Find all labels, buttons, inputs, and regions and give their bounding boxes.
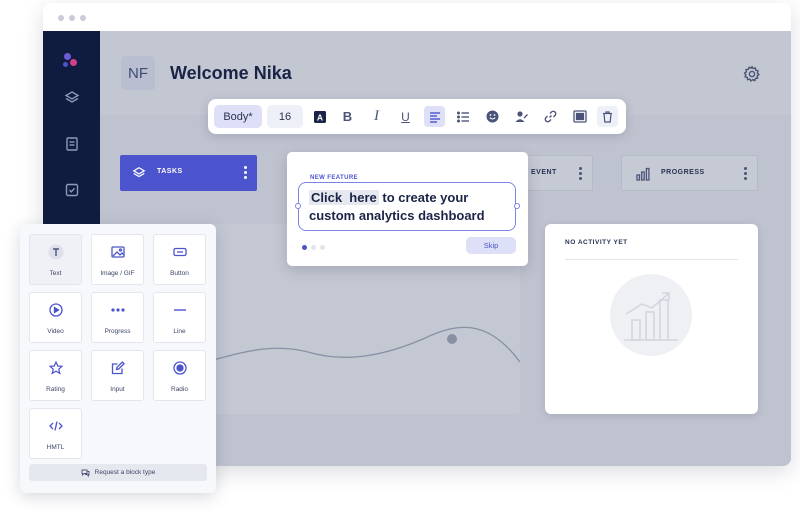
block-text[interactable]: Text (29, 234, 82, 285)
block-line[interactable]: Line (153, 292, 206, 343)
document-icon[interactable] (64, 136, 80, 152)
progress-card[interactable]: PROGRESS (621, 155, 758, 191)
list-icon[interactable] (453, 106, 474, 127)
formatting-toolbar: Body* 16 A B I U (208, 99, 626, 134)
app-logo[interactable] (63, 53, 79, 69)
new-feature-popover: NEW FEATURE Click here to create your cu… (287, 152, 528, 266)
edit-icon (110, 360, 126, 376)
feature-text[interactable]: Click here to create your custom analyti… (309, 189, 509, 225)
line-icon (172, 302, 188, 318)
block-label: Text (49, 270, 62, 277)
block-label: Rating (46, 386, 65, 393)
request-block-button[interactable]: Request a block type (29, 464, 207, 481)
layers-icon[interactable] (64, 90, 80, 106)
button-icon (172, 244, 188, 260)
block-html[interactable]: HMTL (29, 408, 82, 459)
bold-icon[interactable]: B (337, 106, 358, 127)
more-icon[interactable] (744, 167, 747, 180)
resize-handle[interactable] (513, 202, 520, 209)
checkbox-icon[interactable] (64, 182, 80, 198)
block-label: Video (47, 328, 64, 335)
empty-chart-icon (610, 274, 692, 356)
block-rating[interactable]: Rating (29, 350, 82, 401)
tasks-card[interactable]: TASKS (120, 155, 257, 191)
block-image[interactable]: Image / GIF (91, 234, 144, 285)
activity-card: NO ACTIVITY YET (545, 224, 758, 414)
text-icon (48, 244, 64, 260)
block-label: Button (170, 270, 189, 277)
italic-icon[interactable]: I (366, 106, 387, 127)
link-icon[interactable] (540, 106, 561, 127)
block-label: Image / GIF (100, 270, 135, 277)
text-style-select[interactable]: Body* (214, 105, 262, 128)
block-palette: Text Image / GIF Button Video Progress L… (20, 224, 216, 493)
step-dot[interactable] (320, 245, 325, 250)
title-bar (43, 3, 791, 31)
tasks-card-label: TASKS (157, 168, 183, 175)
block-label: Line (173, 328, 186, 335)
window-dot[interactable] (58, 15, 64, 21)
play-icon (48, 302, 64, 318)
event-card-label: EVENT (531, 169, 557, 176)
highlighted-text: Click here (309, 190, 379, 205)
font-size-select[interactable]: 16 (267, 105, 303, 128)
dots-icon (110, 302, 126, 318)
block-label: Progress (104, 328, 131, 335)
star-icon (48, 360, 64, 376)
block-input[interactable]: Input (91, 350, 144, 401)
text-color-icon[interactable]: A (309, 106, 330, 127)
resize-handle[interactable] (294, 202, 301, 209)
progress-card-label: PROGRESS (661, 169, 705, 176)
step-dot-active[interactable] (302, 245, 307, 250)
underline-icon[interactable]: U (395, 106, 416, 127)
avatar[interactable]: NF (121, 56, 155, 90)
align-left-icon[interactable] (424, 106, 445, 127)
stage: NF Welcome Nika TASKS EVENT PROGRESS NO … (0, 0, 800, 512)
more-icon[interactable] (244, 166, 247, 179)
request-label: Request a block type (94, 469, 156, 476)
image-icon (110, 244, 126, 260)
block-button[interactable]: Button (153, 234, 206, 285)
layers-icon (132, 166, 146, 180)
skip-button[interactable]: Skip (466, 237, 516, 254)
svg-text:A: A (316, 112, 322, 122)
block-label: Radio (171, 386, 188, 393)
bar-chart-icon (636, 167, 650, 181)
window-dot[interactable] (69, 15, 75, 21)
radio-icon (172, 360, 188, 376)
activity-title: NO ACTIVITY YET (565, 239, 628, 246)
graph-point[interactable] (447, 334, 457, 344)
gear-icon[interactable] (743, 65, 761, 83)
trash-icon[interactable] (597, 106, 618, 127)
chat-icon (81, 469, 90, 477)
code-icon (48, 418, 64, 434)
emoji-icon[interactable] (482, 106, 503, 127)
step-dot[interactable] (311, 245, 316, 250)
window-dot[interactable] (80, 15, 86, 21)
block-radio[interactable]: Radio (153, 350, 206, 401)
page-title: Welcome Nika (170, 63, 292, 83)
feature-tag: NEW FEATURE (310, 175, 358, 181)
frame-icon[interactable] (569, 106, 590, 127)
person-icon[interactable] (511, 106, 532, 127)
block-progress[interactable]: Progress (91, 292, 144, 343)
divider (565, 259, 738, 260)
block-label: HMTL (46, 444, 65, 451)
more-icon[interactable] (579, 167, 582, 180)
block-label: Input (110, 386, 125, 393)
block-video[interactable]: Video (29, 292, 82, 343)
